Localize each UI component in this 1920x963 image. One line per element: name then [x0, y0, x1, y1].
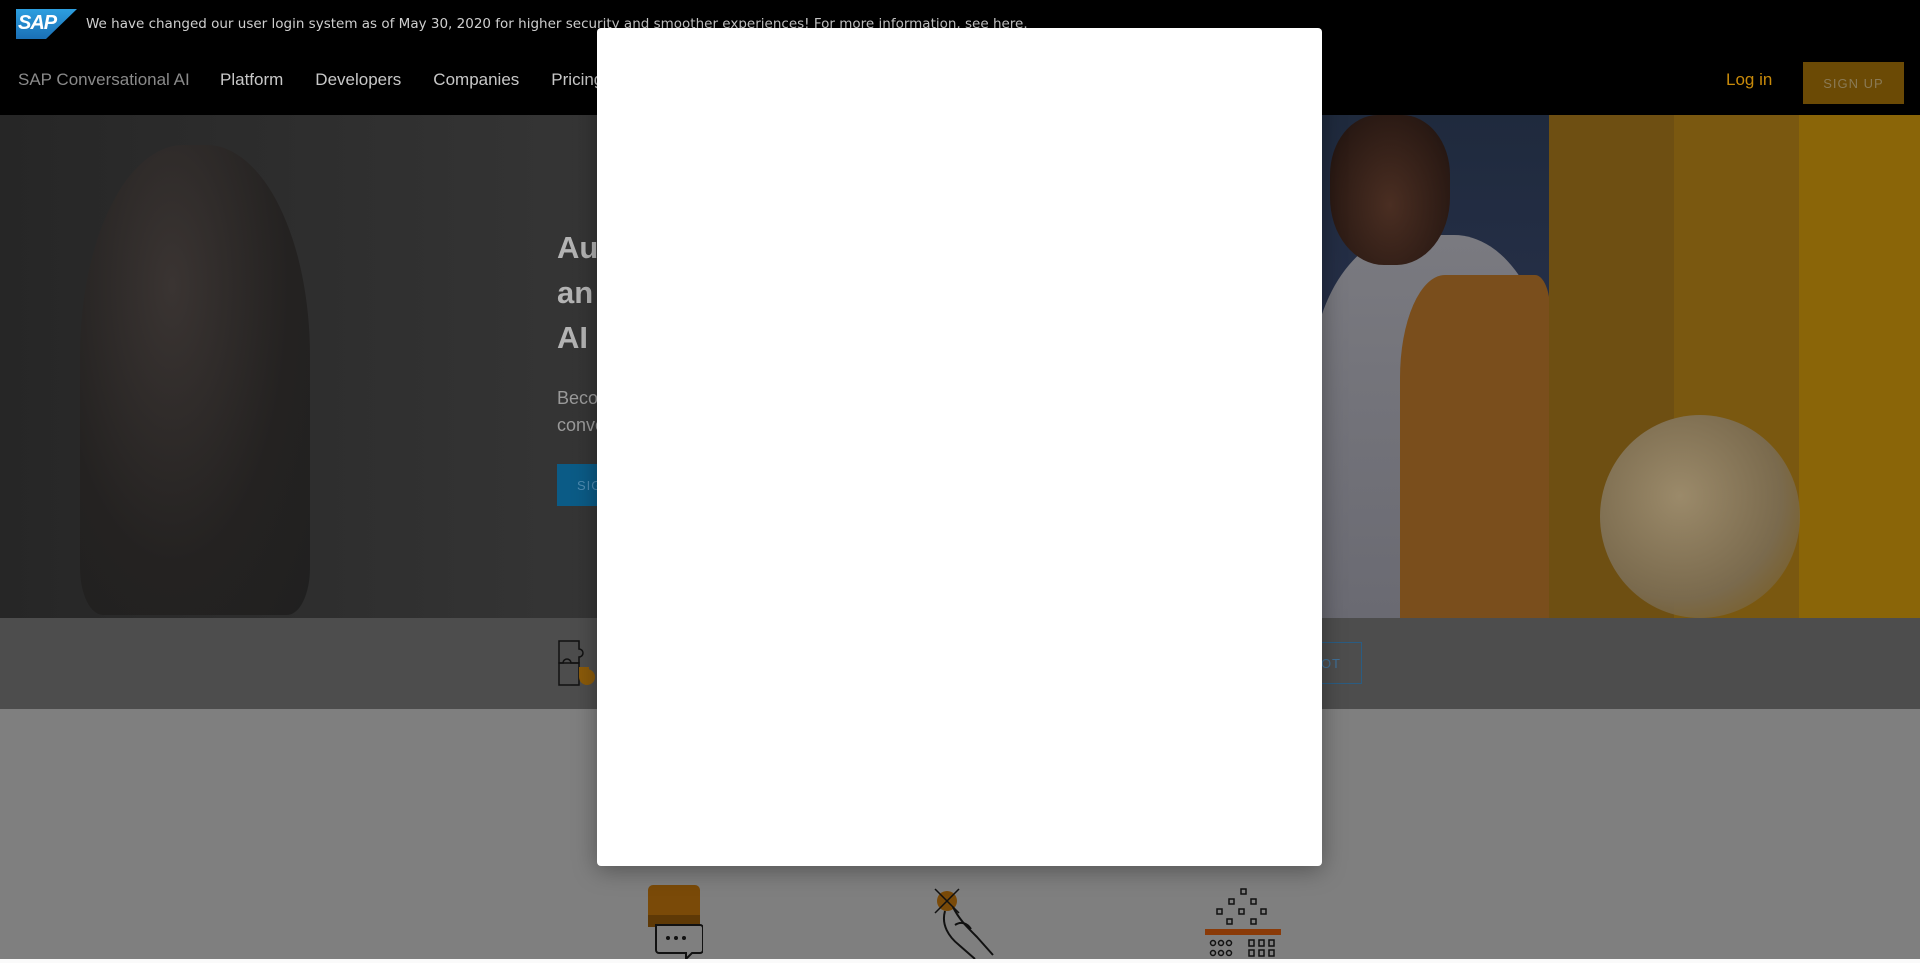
- modal-dialog[interactable]: [597, 28, 1322, 866]
